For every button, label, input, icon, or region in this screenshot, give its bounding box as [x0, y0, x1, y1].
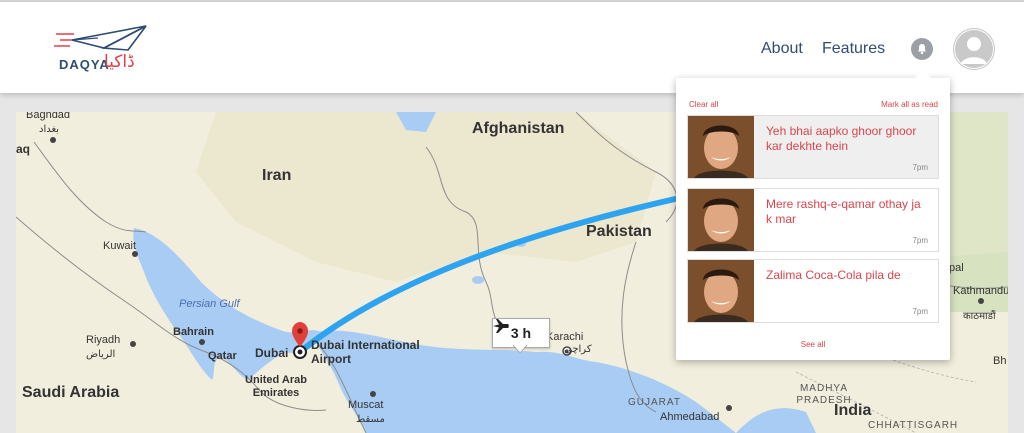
- see-all-link[interactable]: See all: [676, 340, 950, 349]
- notification-dropdown: Clear all Mark all as read Yeh bhai aapk…: [676, 78, 950, 360]
- notification-item[interactable]: Zalima Coca-Cola pila de 7pm: [687, 259, 939, 323]
- label-bhopal-partial: Bh: [993, 355, 1007, 367]
- label-persian-gulf: Persian Gulf: [179, 298, 240, 310]
- label-nepal-partial: pal: [949, 262, 964, 274]
- label-dubai: Dubai: [255, 346, 289, 360]
- sender-photo-icon: [688, 116, 754, 178]
- label-muscat-ar: مسقط: [356, 414, 385, 425]
- nav-features-link[interactable]: Features: [822, 40, 885, 58]
- flight-duration-text: 3 h: [510, 325, 532, 341]
- sender-photo-icon: [688, 260, 754, 322]
- bell-glyph-icon: [918, 44, 926, 55]
- label-saudi-arabia: Saudi Arabia: [22, 384, 120, 401]
- mark-all-read-link[interactable]: Mark all as read: [881, 100, 938, 109]
- label-karachi: Karachi: [546, 331, 584, 343]
- label-baghdad: Baghdad: [26, 112, 71, 121]
- notification-caret: [914, 70, 932, 79]
- bell-icon[interactable]: [911, 38, 933, 60]
- label-baghdad-ar: بغداد: [39, 124, 60, 135]
- label-uae: United Arab Emirates: [245, 374, 307, 399]
- label-qatar: Qatar: [208, 350, 237, 362]
- label-madhya-pradesh: MADHYA PRADESH: [796, 383, 852, 406]
- label-muscat: Muscat: [348, 399, 384, 411]
- label-pakistan: Pakistan: [586, 223, 652, 240]
- label-kathmandu: Kathmandu: [953, 285, 1008, 297]
- notification-text: Yeh bhai aapko ghoor ghoor kar dekhte he…: [766, 124, 917, 153]
- label-dubai-airport: Dubai International Airport: [311, 338, 420, 366]
- sender-photo-icon: [688, 189, 754, 251]
- sender-avatar: [688, 116, 754, 178]
- label-riyadh-ar: الرياض: [86, 349, 116, 360]
- notification-text: Zalima Coca-Cola pila de: [766, 268, 901, 282]
- label-riyadh: Riyadh: [86, 334, 121, 346]
- flight-duration-badge[interactable]: 3 h: [492, 318, 550, 348]
- nav-about-link[interactable]: About: [761, 40, 803, 58]
- user-silhouette-icon: [954, 29, 994, 69]
- user-avatar-icon[interactable]: [953, 28, 995, 70]
- sender-avatar: [688, 189, 754, 251]
- notification-item[interactable]: Mere rashq-e-qamar othay ja k mar 7pm: [687, 188, 939, 252]
- label-ahmedabad: Ahmedabad: [660, 411, 720, 423]
- notification-time: 7pm: [912, 236, 928, 245]
- plane-icon: [493, 319, 509, 333]
- label-karachi-ur: کراچی: [564, 344, 592, 355]
- notification-item[interactable]: Yeh bhai aapko ghoor ghoor kar dekhte he…: [687, 115, 939, 179]
- label-kuwait: Kuwait: [103, 240, 137, 252]
- notification-time: 7pm: [912, 163, 928, 172]
- label-chhattisgarh: CHHATTISGARH: [868, 420, 959, 431]
- label-bahrain: Bahrain: [173, 326, 214, 338]
- label-kathmandu-ne: काठमाडौं: [963, 311, 996, 322]
- sender-avatar: [688, 260, 754, 322]
- label-iraq-partial: aq: [16, 142, 31, 156]
- label-iran: Iran: [262, 167, 292, 184]
- label-afghanistan: Afghanistan: [472, 120, 565, 137]
- notification-time: 7pm: [912, 307, 928, 316]
- logo-text: DAQYA: [59, 57, 110, 72]
- notification-text: Mere rashq-e-qamar othay ja k mar: [766, 197, 921, 226]
- label-gujarat: GUJARAT: [628, 397, 681, 408]
- flight-badge-pointer: [513, 345, 527, 353]
- logo-urdu-text: ڈاکیا: [104, 52, 135, 72]
- clear-all-link[interactable]: Clear all: [689, 100, 718, 109]
